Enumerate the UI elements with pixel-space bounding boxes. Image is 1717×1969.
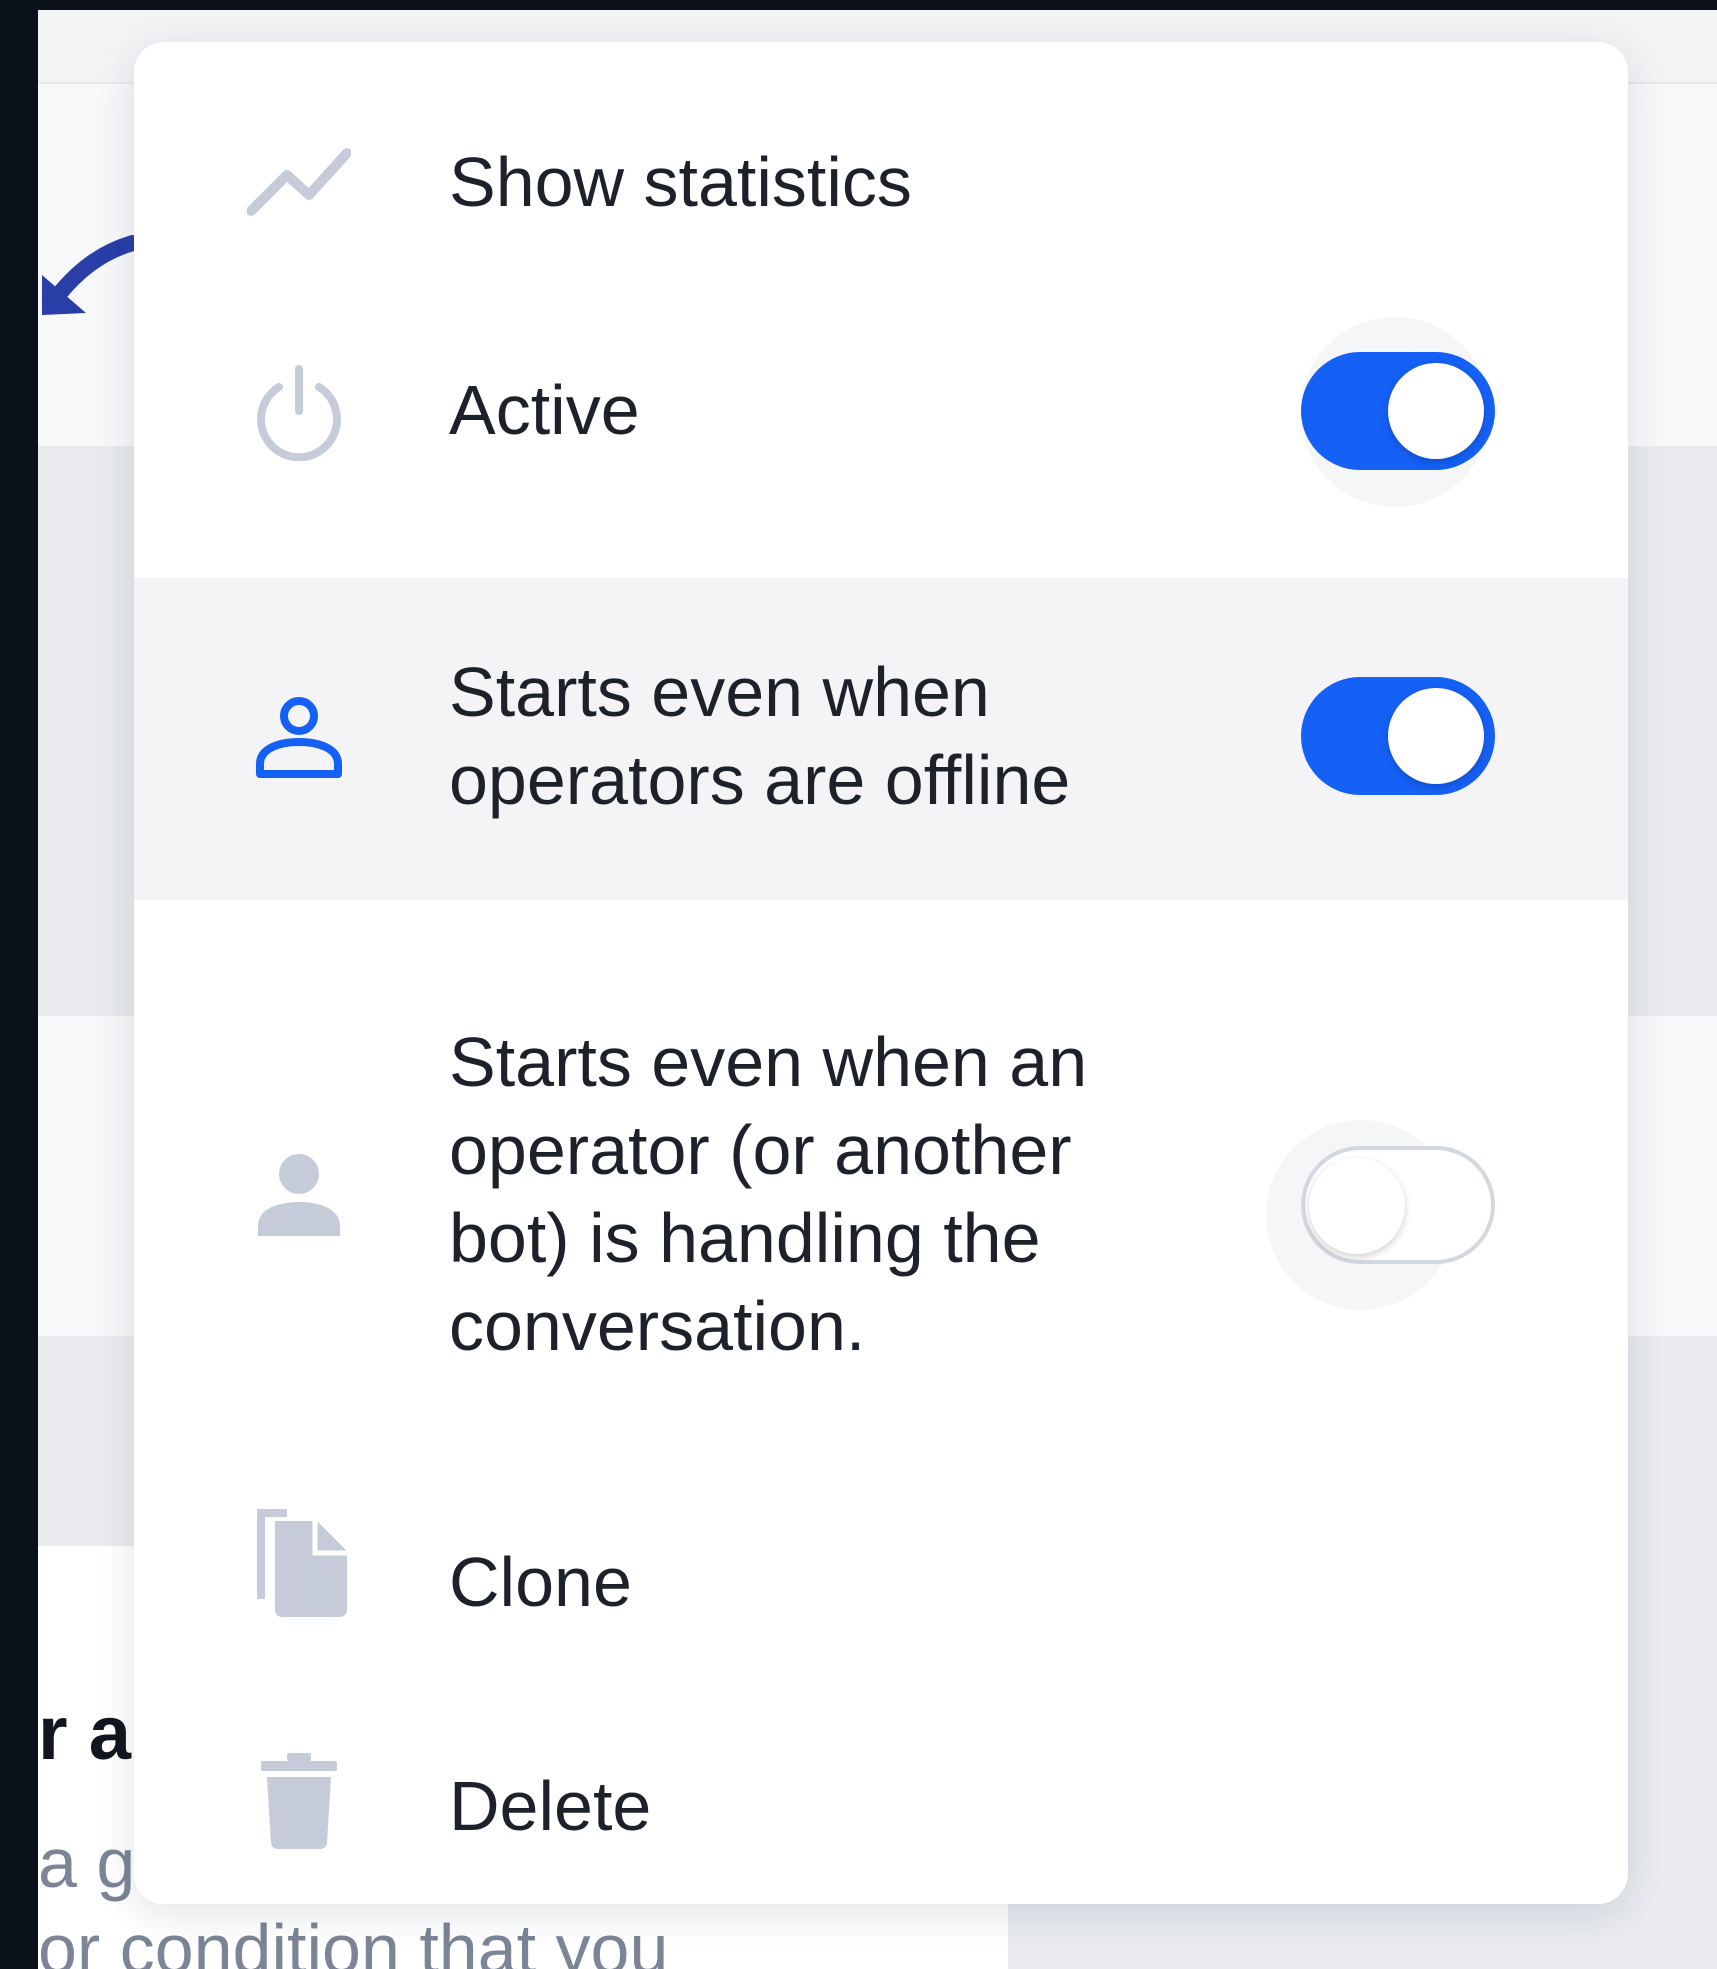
trash-icon	[244, 1746, 354, 1856]
menu-item-clone[interactable]: Clone	[134, 1470, 1628, 1700]
arrow-icon	[42, 235, 138, 315]
menu-item-operators-offline[interactable]: Starts even when operators are offline	[134, 578, 1628, 900]
operator-handling-toggle[interactable]	[1301, 1146, 1495, 1264]
copy-icon	[244, 1506, 354, 1617]
menu-item-label: Active	[449, 371, 640, 449]
menu-item-label: Clone	[449, 1543, 632, 1621]
menu-item-label: Show statistics	[449, 143, 912, 221]
menu-item-label: Delete	[449, 1767, 652, 1845]
context-menu: Show statistics Active Starts even when …	[134, 42, 1628, 1904]
operators-offline-toggle[interactable]	[1301, 677, 1495, 795]
toggle-knob	[1388, 363, 1484, 459]
menu-item-label: Starts even when an operator (or another…	[449, 1023, 1088, 1365]
menu-item-delete[interactable]: Delete	[134, 1700, 1628, 1904]
menu-item-show-statistics[interactable]: Show statistics	[134, 42, 1628, 272]
power-icon	[244, 358, 354, 468]
trend-line-icon	[244, 127, 354, 237]
menu-item-active[interactable]: Active	[134, 272, 1628, 578]
user-filled-icon	[244, 1140, 354, 1250]
menu-item-label: Starts even when operators are offline	[449, 653, 1071, 819]
toggle-knob	[1309, 1158, 1405, 1254]
user-outline-icon	[244, 682, 354, 792]
menu-item-operator-handling[interactable]: Starts even when an operator (or another…	[134, 900, 1628, 1470]
active-toggle[interactable]	[1301, 352, 1495, 470]
toggle-knob	[1388, 688, 1484, 784]
background-text-line: or condition that you	[38, 1910, 669, 1969]
background-heading-fragment: r a	[38, 1691, 131, 1776]
